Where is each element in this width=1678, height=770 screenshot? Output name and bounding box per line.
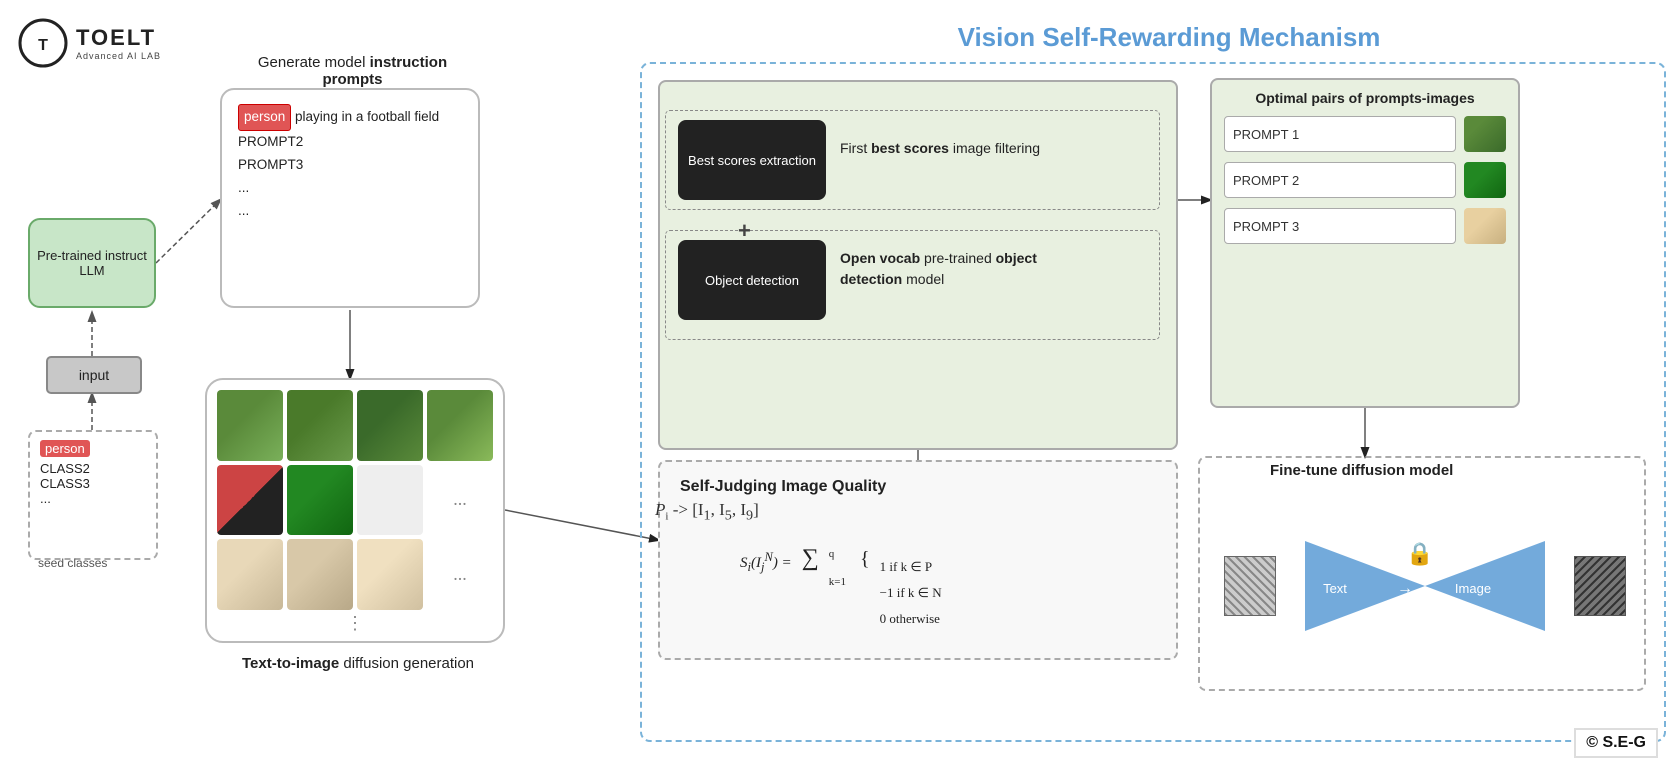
pair-row-3: PROMPT 3 bbox=[1224, 208, 1506, 244]
grid-cell-6 bbox=[287, 465, 353, 536]
seed-classes-label: seed classes bbox=[38, 556, 107, 570]
svg-text:🔒: 🔒 bbox=[1406, 541, 1433, 566]
image-grid-box: ... ... ⋮ bbox=[205, 378, 505, 643]
diffusion-visual: 🔒 Text → Image bbox=[1210, 506, 1640, 666]
prompt-item-2: PROMPT 2 bbox=[1224, 162, 1456, 198]
diffusion-arrow-svg: 🔒 Text → Image bbox=[1305, 531, 1545, 641]
grid-cell-9 bbox=[217, 539, 283, 610]
grid-cell-7 bbox=[357, 465, 423, 536]
grid-cell-10 bbox=[287, 539, 353, 610]
thumb-1 bbox=[1464, 116, 1506, 152]
copyright: © S.E-G bbox=[1574, 728, 1658, 758]
pretrained-llm-box: Pre-trained instruct LLM bbox=[28, 218, 156, 308]
image-grid: ... ... bbox=[217, 390, 493, 610]
grid-cell-11 bbox=[357, 539, 423, 610]
open-vocab-text: Open vocab pre-trained object detection … bbox=[840, 248, 1055, 290]
optimal-pairs-box: Optimal pairs of prompts-images PROMPT 1… bbox=[1210, 78, 1520, 408]
pair-row-1: PROMPT 1 bbox=[1224, 116, 1506, 152]
grid-cell-5 bbox=[217, 465, 283, 536]
seed-classes-box: person CLASS2 CLASS3 ... bbox=[28, 430, 158, 560]
svg-text:Image: Image bbox=[1455, 581, 1491, 596]
prompt-item-3: PROMPT 3 bbox=[1224, 208, 1456, 244]
text2img-label: Text-to-image diffusion generation bbox=[208, 655, 508, 672]
svg-text:T: T bbox=[38, 37, 48, 54]
prompt-list-box: person playing in a football field PROMP… bbox=[220, 88, 480, 308]
thumb-3 bbox=[1464, 208, 1506, 244]
grid-cell-3 bbox=[357, 390, 423, 461]
svg-text:Text: Text bbox=[1323, 581, 1347, 596]
best-scores-text: First best scores image filtering bbox=[840, 140, 1040, 156]
main-title: Vision Self-Rewarding Mechanism bbox=[680, 22, 1658, 53]
formula-area: Si(IjN) = ∑ qk=1 { 1 if k ∈ P −1 if k ∈ … bbox=[740, 510, 1180, 632]
self-judging-title: Self-Judging Image Quality bbox=[680, 478, 1156, 496]
pair-row-2: PROMPT 2 bbox=[1224, 162, 1506, 198]
prompt-item-1: PROMPT 1 bbox=[1224, 116, 1456, 152]
grid-dots-1: ... bbox=[427, 465, 493, 536]
grid-cell-1 bbox=[217, 390, 283, 461]
grid-cell-2 bbox=[287, 390, 353, 461]
input-box: input bbox=[46, 356, 142, 394]
best-scores-box: Best scores extraction bbox=[678, 120, 826, 200]
image-grid-bottom-dots: ⋮ bbox=[217, 614, 493, 632]
grid-dots-2: ... bbox=[427, 539, 493, 610]
person-tag: person bbox=[238, 104, 291, 131]
noise-block-right bbox=[1574, 556, 1626, 616]
object-detection-box: Object detection bbox=[678, 240, 826, 320]
logo-icon: T bbox=[18, 18, 68, 68]
svg-text:→: → bbox=[1397, 580, 1413, 597]
generate-model-label: Generate model instruction prompts bbox=[230, 54, 475, 88]
seed-person-tag: person bbox=[40, 440, 90, 457]
logo-area: T TOELT Advanced AI LAB bbox=[18, 18, 161, 68]
logo-title: TOELT bbox=[76, 25, 161, 51]
noise-block-left bbox=[1224, 556, 1276, 616]
logo-subtitle: Advanced AI LAB bbox=[76, 51, 161, 61]
thumb-2 bbox=[1464, 162, 1506, 198]
grid-cell-4 bbox=[427, 390, 493, 461]
optimal-pairs-title: Optimal pairs of prompts-images bbox=[1224, 90, 1506, 106]
